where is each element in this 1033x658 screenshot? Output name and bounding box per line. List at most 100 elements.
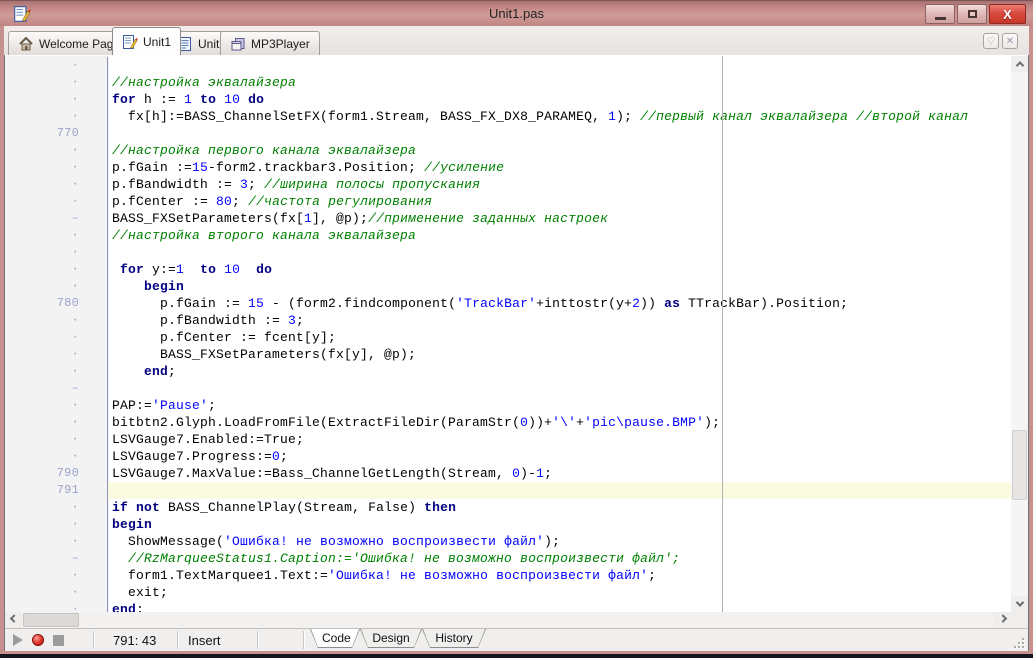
gutter-marker[interactable]: · xyxy=(5,584,108,601)
stop-icon[interactable] xyxy=(53,635,64,646)
scroll-up-button[interactable] xyxy=(1011,56,1028,72)
code-line[interactable]: 780 p.fGain := 15 - (form2.findcomponent… xyxy=(5,295,1011,312)
code-line[interactable]: ·for h := 1 to 10 do xyxy=(5,91,1011,108)
gutter-marker[interactable]: · xyxy=(5,414,108,431)
code-line[interactable]: 770 xyxy=(5,125,1011,142)
code-line[interactable]: ·p.fBandwidth := 3; //ширина полосы проп… xyxy=(5,176,1011,193)
gutter-marker[interactable]: · xyxy=(5,142,108,159)
gutter-marker[interactable]: · xyxy=(5,363,108,380)
code-text: //настройка первого канала эквалайзера xyxy=(108,142,1011,159)
code-editor[interactable]: ··//настройка эквалайзера·for h := 1 to … xyxy=(5,57,1011,612)
gutter-marker[interactable]: · xyxy=(5,176,108,193)
code-line[interactable]: –BASS_FXSetParameters(fx[1], @p);//приме… xyxy=(5,210,1011,227)
tab-close-button[interactable]: ✕ xyxy=(1002,33,1018,49)
code-line[interactable]: ·PAP:='Pause'; xyxy=(5,397,1011,414)
scroll-left-button[interactable] xyxy=(5,612,22,628)
tab-code[interactable]: Code xyxy=(310,629,360,648)
code-line[interactable]: · exit; xyxy=(5,584,1011,601)
gutter-marker[interactable]: 791 xyxy=(5,482,108,499)
gutter-marker[interactable]: · xyxy=(5,499,108,516)
gutter-marker[interactable]: · xyxy=(5,91,108,108)
code-line[interactable]: – xyxy=(5,380,1011,397)
code-line[interactable]: · BASS_FXSetParameters(fx[y], @p); xyxy=(5,346,1011,363)
gutter-marker[interactable]: · xyxy=(5,448,108,465)
tab-design[interactable]: Design xyxy=(360,629,422,648)
code-line[interactable]: ·bitbtn2.Glyph.LoadFromFile(ExtractFileD… xyxy=(5,414,1011,431)
code-text: exit; xyxy=(108,584,1011,601)
tab-mp3player[interactable]: MP3Player xyxy=(220,31,320,55)
code-line[interactable]: ·//настройка второго канала эквалайзера xyxy=(5,227,1011,244)
gutter-marker[interactable]: – xyxy=(5,550,108,567)
code-text xyxy=(108,244,1011,261)
gutter-marker[interactable]: · xyxy=(5,397,108,414)
code-line[interactable]: · form1.TextMarquee1.Text:='Ошибка! не в… xyxy=(5,567,1011,584)
code-line-current[interactable]: 791 xyxy=(5,482,1011,499)
vertical-scroll-thumb[interactable] xyxy=(1012,430,1027,500)
gutter-marker[interactable]: · xyxy=(5,193,108,210)
titlebar[interactable]: Unit1.pas X xyxy=(0,0,1033,26)
resize-grip[interactable] xyxy=(1012,636,1024,648)
gutter-marker[interactable]: · xyxy=(5,329,108,346)
gutter-marker[interactable]: · xyxy=(5,227,108,244)
code-line[interactable]: ·p.fCenter := 80; //частота регулировани… xyxy=(5,193,1011,210)
code-text: ShowMessage('Ошибка! не возможно воспрои… xyxy=(108,533,1011,550)
minimize-button[interactable] xyxy=(925,4,955,24)
code-text: for h := 1 to 10 do xyxy=(108,91,1011,108)
code-line[interactable]: · fx[h]:=BASS_ChannelSetFX(form1.Stream,… xyxy=(5,108,1011,125)
gutter-marker[interactable]: – xyxy=(5,210,108,227)
record-icon[interactable] xyxy=(32,634,44,646)
code-text: //настройка второго канала эквалайзера xyxy=(108,227,1011,244)
code-line[interactable]: · p.fCenter := fcent[y]; xyxy=(5,329,1011,346)
scroll-down-button[interactable] xyxy=(1011,596,1028,612)
gutter-marker[interactable]: – xyxy=(5,380,108,397)
gutter-marker[interactable]: · xyxy=(5,108,108,125)
horizontal-scroll-thumb[interactable] xyxy=(23,613,79,627)
code-line[interactable]: · p.fBandwidth := 3; xyxy=(5,312,1011,329)
code-line[interactable]: ·LSVGauge7.Progress:=0; xyxy=(5,448,1011,465)
code-line[interactable]: ·//настройка первого канала эквалайзера xyxy=(5,142,1011,159)
gutter-marker[interactable]: · xyxy=(5,261,108,278)
code-line[interactable]: ·begin xyxy=(5,516,1011,533)
code-line[interactable]: ·//настройка эквалайзера xyxy=(5,74,1011,91)
play-icon[interactable] xyxy=(13,634,23,646)
gutter-marker[interactable]: · xyxy=(5,74,108,91)
code-line[interactable]: ·if not BASS_ChannelPlay(Stream, False) … xyxy=(5,499,1011,516)
tab-history[interactable]: History xyxy=(422,629,486,648)
vertical-scrollbar[interactable] xyxy=(1011,56,1028,612)
tab-list-button[interactable]: ♡ xyxy=(983,33,999,49)
maximize-button[interactable] xyxy=(957,4,987,24)
code-line[interactable]: ·p.fGain :=15-form2.trackbar3.Position; … xyxy=(5,159,1011,176)
tab-unit1[interactable]: Unit1 xyxy=(112,27,181,55)
gutter-marker[interactable]: · xyxy=(5,57,108,74)
scroll-right-button[interactable] xyxy=(994,612,1011,628)
gutter-marker[interactable]: · xyxy=(5,533,108,550)
tab-label: Code xyxy=(310,629,360,647)
horizontal-scrollbar[interactable] xyxy=(5,612,1011,628)
close-icon: X xyxy=(1003,8,1012,21)
code-line[interactable]: · xyxy=(5,244,1011,261)
gutter-marker[interactable]: · xyxy=(5,516,108,533)
gutter-marker[interactable]: · xyxy=(5,312,108,329)
code-line[interactable]: · begin xyxy=(5,278,1011,295)
gutter-marker[interactable]: · xyxy=(5,346,108,363)
code-line[interactable]: · xyxy=(5,57,1011,74)
gutter-marker[interactable]: · xyxy=(5,601,108,612)
code-text: p.fBandwidth := 3; xyxy=(108,312,1011,329)
gutter-marker[interactable]: · xyxy=(5,159,108,176)
code-line[interactable]: · for y:=1 to 10 do xyxy=(5,261,1011,278)
gutter-marker[interactable]: · xyxy=(5,431,108,448)
gutter-marker[interactable]: · xyxy=(5,567,108,584)
gutter-marker[interactable]: 790 xyxy=(5,465,108,482)
code-line[interactable]: – //RzMarqueeStatus1.Caption:='Ошибка! н… xyxy=(5,550,1011,567)
code-line[interactable]: 790LSVGauge7.MaxValue:=Bass_ChannelGetLe… xyxy=(5,465,1011,482)
gutter-marker[interactable]: 780 xyxy=(5,295,108,312)
code-line[interactable]: ·end; xyxy=(5,601,1011,612)
gutter-marker[interactable]: 770 xyxy=(5,125,108,142)
code-line[interactable]: · ShowMessage('Ошибка! не возможно воспр… xyxy=(5,533,1011,550)
code-line[interactable]: · end; xyxy=(5,363,1011,380)
gutter-marker[interactable]: · xyxy=(5,244,108,261)
code-text: BASS_FXSetParameters(fx[1], @p);//примен… xyxy=(108,210,1011,227)
gutter-marker[interactable]: · xyxy=(5,278,108,295)
close-button[interactable]: X xyxy=(989,4,1026,24)
code-line[interactable]: ·LSVGauge7.Enabled:=True; xyxy=(5,431,1011,448)
